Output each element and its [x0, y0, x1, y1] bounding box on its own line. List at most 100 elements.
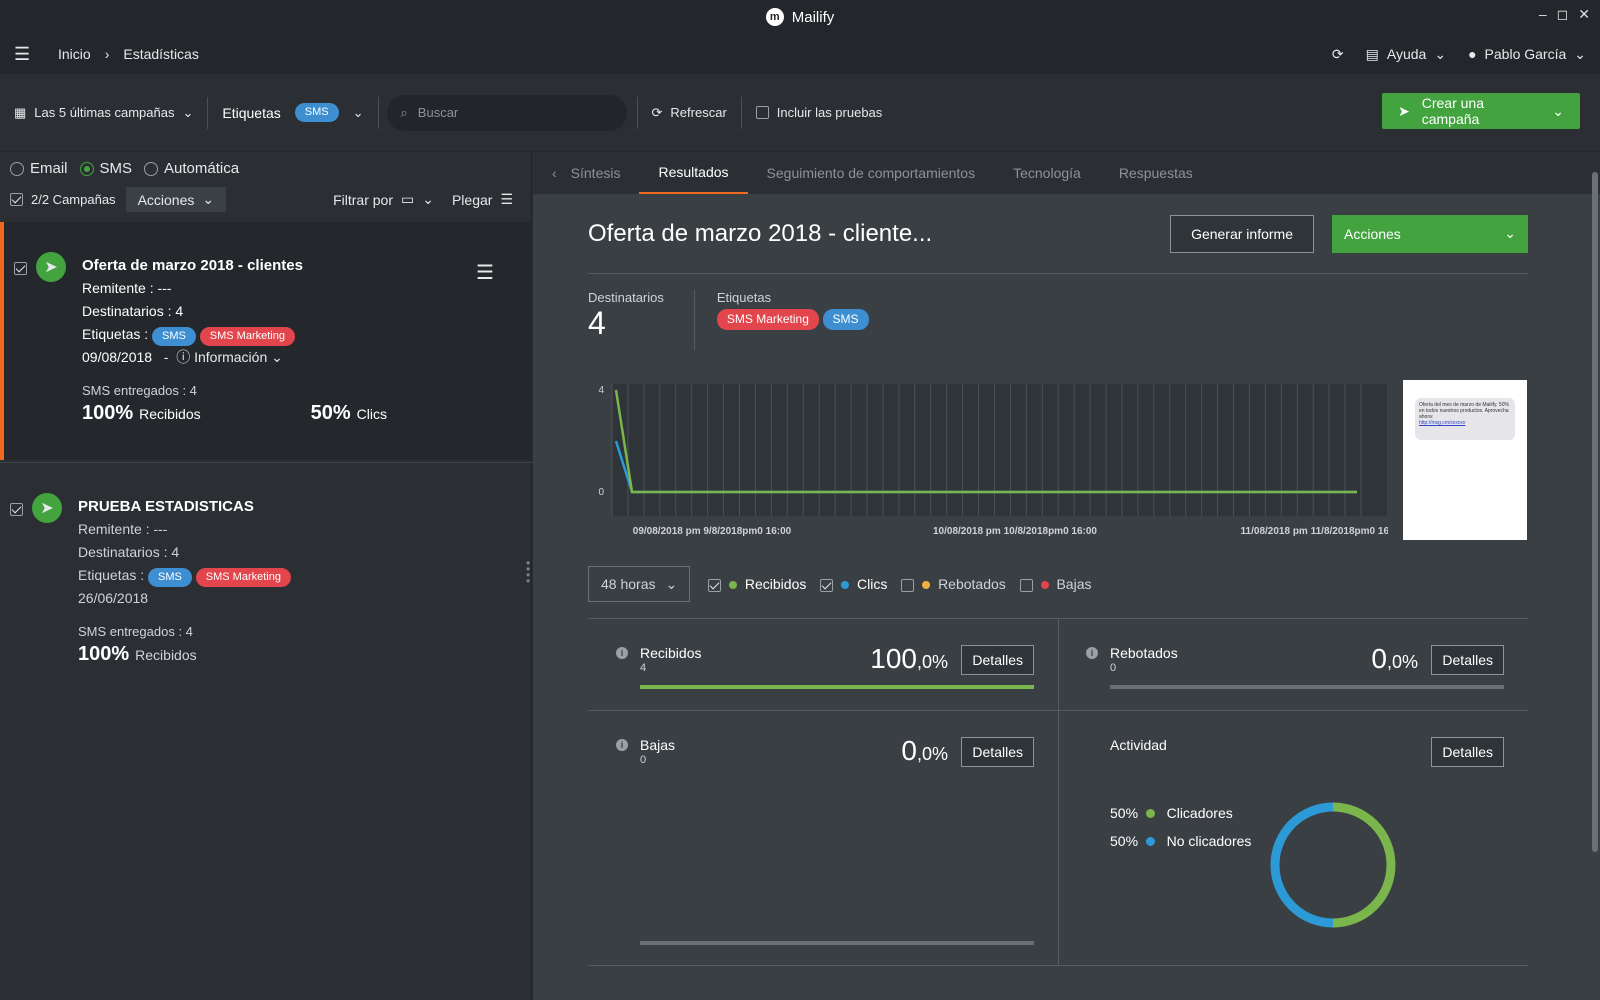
channel-radios: Email SMS Automática	[10, 160, 521, 177]
title-bar: m Mailify ‒ ◻ ✕	[0, 0, 1600, 34]
radio-icon[interactable]	[10, 162, 24, 177]
help-menu[interactable]: ▤ Ayuda ⌄	[1366, 46, 1446, 63]
details-button[interactable]: Detalles	[961, 645, 1034, 675]
campaign-checkbox[interactable]	[10, 503, 23, 516]
chevron-down-icon: ⌄	[271, 349, 283, 365]
period-value: 48 horas	[601, 576, 656, 592]
campaign-body: PRUEBA ESTADISTICAS Remitente : --- Dest…	[78, 495, 291, 667]
period-select[interactable]: 48 horas ⌄	[588, 566, 691, 602]
hamburger-menu-icon[interactable]: ☰	[14, 44, 40, 65]
checkbox-icon[interactable]	[755, 106, 769, 119]
campaign-checkbox[interactable]	[14, 262, 27, 275]
detail-actions-button[interactable]: Acciones ⌄	[1332, 214, 1528, 253]
window-controls: ‒ ◻ ✕	[1539, 6, 1590, 23]
legend-dot	[841, 581, 850, 589]
tag-sms-marketing[interactable]: SMS Marketing	[199, 327, 295, 346]
actions-dropdown[interactable]: Acciones ⌄	[125, 187, 227, 212]
legend-unsub[interactable]: Bajas	[1019, 576, 1091, 592]
x-tick-label: 11/08/2018 pm 11/8/2018pm0 16:00	[1241, 526, 1388, 537]
legend-dot	[1145, 837, 1155, 846]
recipients-label: Destinatarios	[588, 290, 664, 305]
radio-auto[interactable]: Automática	[144, 160, 239, 177]
select-all-checkbox[interactable]	[10, 193, 23, 206]
tag-sms[interactable]: SMS	[152, 327, 196, 346]
tab-results[interactable]: Resultados	[639, 152, 748, 194]
help-label: Ayuda	[1386, 46, 1427, 62]
campaign-tags: Etiquetas : SMS SMS Marketing	[78, 564, 291, 587]
received-pct: 100%	[78, 643, 130, 665]
tags-label: Etiquetas :	[78, 567, 145, 583]
plot-area	[612, 384, 1387, 516]
paper-plane-icon: ➤	[32, 493, 62, 523]
campaign-title[interactable]: PRUEBA ESTADISTICAS	[78, 495, 291, 518]
tab-responses[interactable]: Respuestas	[1100, 152, 1212, 194]
checkbox-icon[interactable]	[1019, 578, 1033, 592]
details-button[interactable]: Detalles	[961, 737, 1034, 767]
tag-sms[interactable]: SMS	[294, 103, 339, 122]
legend-bounced[interactable]: Rebotados	[901, 576, 1006, 592]
tag-sms[interactable]: SMS	[148, 568, 192, 587]
create-campaign-button[interactable]: ➤ Crear una campaña ⌄	[1382, 93, 1580, 129]
radio-sms[interactable]: SMS	[79, 160, 132, 177]
radio-icon[interactable]	[79, 162, 94, 177]
results-header: Oferta de marzo 2018 - cliente... Genera…	[588, 194, 1528, 274]
tab-behavior[interactable]: Seguimiento de comportamientos	[748, 152, 995, 194]
received-label: Recibidos	[135, 647, 197, 663]
campaign-card[interactable]: ➤ ☰ Oferta de marzo 2018 - clientes Remi…	[0, 222, 532, 460]
campaign-menu-icon[interactable]: ☰	[476, 260, 494, 285]
details-button[interactable]: Detalles	[1431, 737, 1504, 767]
close-icon[interactable]: ✕	[1578, 6, 1590, 23]
tab-technology[interactable]: Tecnología	[994, 152, 1100, 194]
chevron-left-icon: ‹	[552, 165, 557, 181]
radio-email[interactable]: Email	[10, 160, 68, 177]
info-toggle[interactable]: Información	[194, 349, 267, 365]
search-placeholder: Buscar	[417, 105, 459, 120]
user-menu[interactable]: ● Pablo García ⌄	[1468, 46, 1586, 63]
campaign-title[interactable]: Oferta de marzo 2018 - clientes	[82, 254, 387, 277]
clicks-label: Clics	[356, 406, 388, 422]
breadcrumb: Inicio › Estadísticas	[58, 46, 199, 62]
checkbox-icon[interactable]	[820, 578, 834, 592]
radio-icon[interactable]	[144, 162, 159, 177]
sms-preview-link[interactable]: http://msg.cm/xxxxxx	[1419, 420, 1465, 426]
maximize-icon[interactable]: ◻	[1557, 6, 1569, 23]
info-icon[interactable]: i	[1086, 647, 1098, 659]
checkbox-icon[interactable]	[708, 578, 722, 592]
breadcrumb-home[interactable]: Inicio	[58, 46, 91, 62]
filter-by[interactable]: Filtrar por ▭ ⌄	[333, 191, 434, 208]
non-clickers-pct: 50%	[1110, 833, 1139, 849]
tag-sms-marketing[interactable]: SMS Marketing	[195, 568, 291, 587]
details-button[interactable]: Detalles	[1431, 645, 1504, 675]
panel-resize-handle[interactable]: • • • •	[526, 557, 530, 587]
campaign-card[interactable]: ➤ PRUEBA ESTADISTICAS Remitente : --- De…	[0, 462, 532, 702]
search-input[interactable]: ⌕ Buscar	[386, 94, 627, 131]
refresh-button[interactable]: ⟳ Refrescar	[638, 97, 741, 129]
scrollbar[interactable]	[1592, 172, 1598, 852]
tag-sms[interactable]: SMS	[822, 309, 869, 330]
activity-legend: 50% Clicadores 50% No clicadores	[1110, 799, 1251, 855]
legend-received[interactable]: Recibidos	[708, 576, 806, 592]
info-icon[interactable]: i	[616, 647, 628, 659]
checkbox-icon[interactable]	[901, 578, 915, 592]
breadcrumb-current: Estadísticas	[123, 46, 199, 62]
tab-synthesis[interactable]: ‹ Síntesis	[533, 152, 639, 194]
include-tests-checkbox[interactable]: Incluir las pruebas	[742, 97, 897, 129]
legend-non-clickers: 50% No clicadores	[1110, 827, 1251, 855]
tags-filter[interactable]: Etiquetas SMS ⌄	[208, 97, 377, 129]
range-dropdown[interactable]: ▦ Las 5 últimas campañas ⌄	[0, 97, 207, 129]
sync-icon[interactable]: ⟳	[1332, 46, 1344, 63]
info-icon[interactable]: i	[616, 739, 628, 751]
actions-label: Acciones	[137, 191, 195, 208]
generate-report-button[interactable]: Generar informe	[1170, 214, 1314, 253]
minimize-icon[interactable]: ‒	[1539, 6, 1547, 23]
tag-sms-marketing[interactable]: SMS Marketing	[716, 309, 819, 330]
create-campaign-label: Crear una campaña	[1421, 95, 1484, 127]
nav-bar: ☰ Inicio › Estadísticas ⟳ ▤ Ayuda ⌄ ● Pablo…	[0, 34, 1600, 74]
recipients-block: Destinatarios 4	[588, 290, 694, 350]
sms-preview: Oferta del mes de marzo de Mailify. 50% …	[1403, 380, 1527, 540]
chevron-down-icon[interactable]: ⌄	[353, 105, 364, 121]
clicks-pct: 50%	[310, 402, 351, 424]
collapse-button[interactable]: Plegar ☰	[452, 191, 513, 208]
legend-clicks[interactable]: Clics	[820, 576, 887, 592]
sms-preview-text: Oferta del mes de marzo de Mailify. 50% …	[1419, 402, 1509, 420]
